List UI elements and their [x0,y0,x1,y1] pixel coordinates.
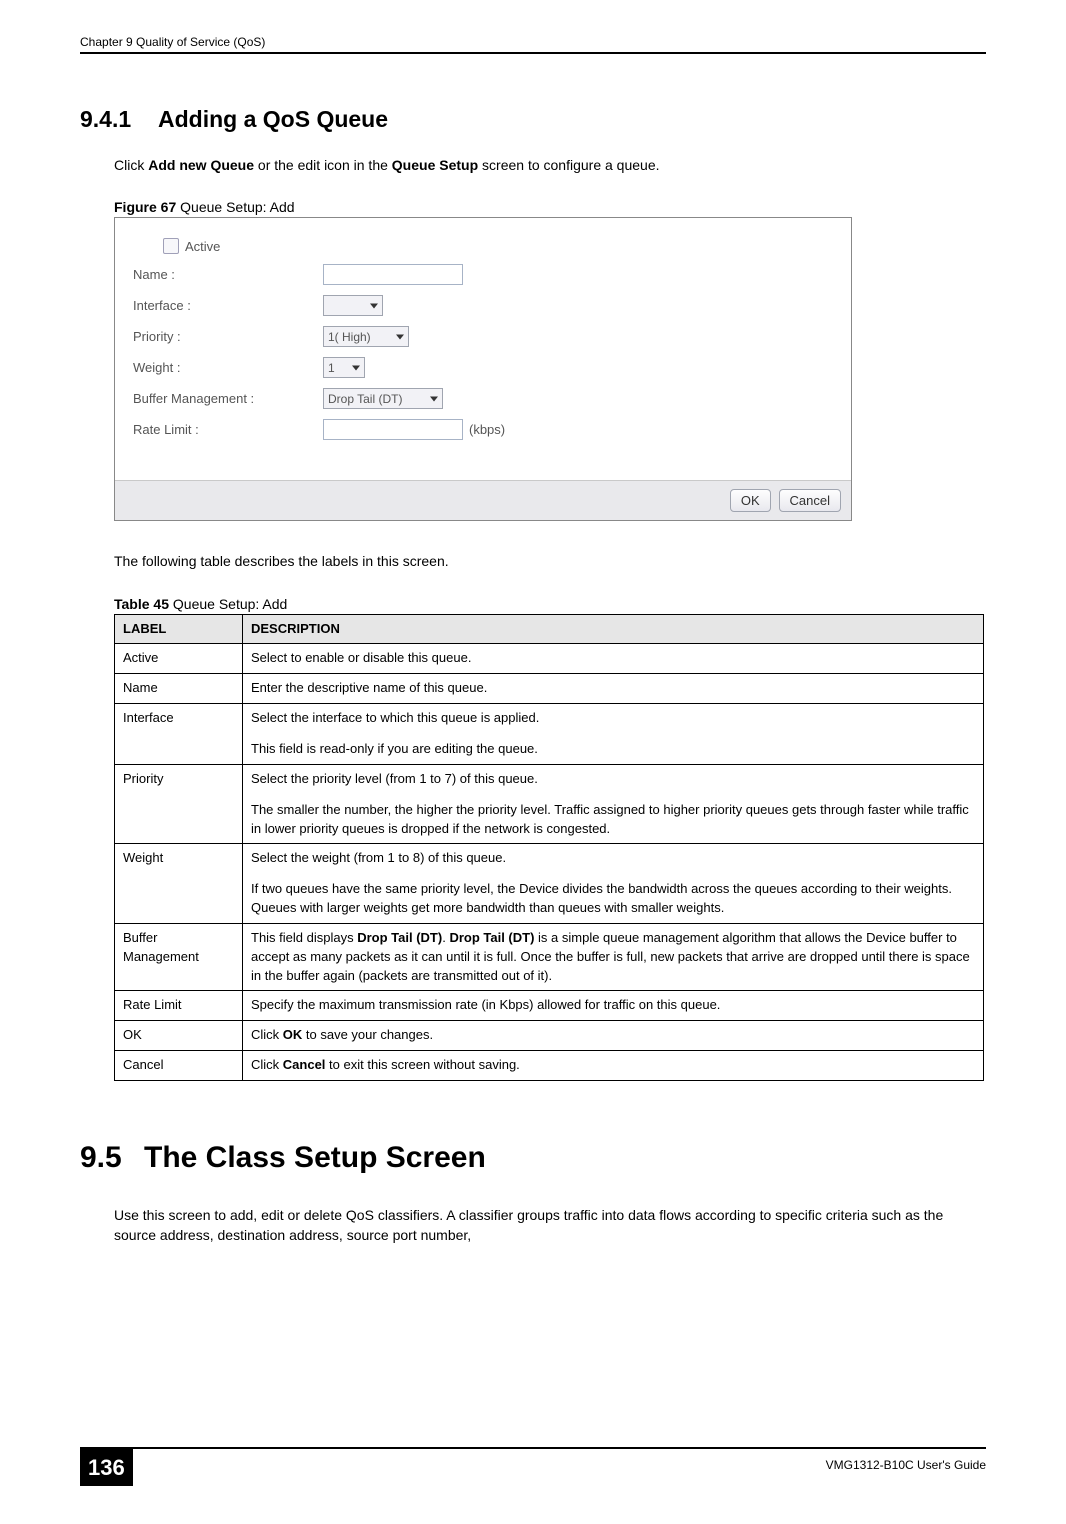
table-row: InterfaceSelect the interface to which t… [115,704,984,765]
cell-description: Specify the maximum transmission rate (i… [243,991,984,1021]
weight-label: Weight : [133,360,323,375]
figure-67-queue-setup-add: Active Name : Interface : Priority : 1( … [114,217,852,521]
intro-bold-1: Add new Queue [148,157,254,173]
intro-mid: or the edit icon in the [254,157,392,173]
cell-label: Buffer Management [115,923,243,991]
rate-limit-unit: (kbps) [469,422,505,437]
cell-label: Priority [115,764,243,844]
section-9-4-1-heading: 9.4.1Adding a QoS Queue [80,106,986,133]
cell-label: Name [115,674,243,704]
section-number: 9.4.1 [80,106,158,133]
chapter-title-text: Chapter 9 Quality of Service (QoS) [80,35,265,49]
cell-label: Interface [115,704,243,765]
weight-select[interactable]: 1 [323,357,365,378]
cell-label: Weight [115,844,243,924]
rate-limit-input[interactable] [323,419,463,440]
cancel-button[interactable]: Cancel [779,489,841,512]
chapter-header: Chapter 9 Quality of Service (QoS) [80,35,986,54]
intro-post: screen to configure a queue. [478,157,659,173]
table-row: NameEnter the descriptive name of this q… [115,674,984,704]
cell-description: Click OK to save your changes. [243,1021,984,1051]
section2-body: Use this screen to add, edit or delete Q… [114,1205,986,1246]
table-label: Table 45 [114,596,169,612]
table-row: WeightSelect the weight (from 1 to 8) of… [115,844,984,924]
figure-label: Figure 67 [114,199,176,215]
table-intro-text: The following table describes the labels… [114,551,986,571]
buffer-mgmt-label: Buffer Management : [133,391,323,406]
cell-label: Cancel [115,1051,243,1081]
section-intro-text: Click Add new Queue or the edit icon in … [114,155,986,175]
cell-label: Active [115,644,243,674]
table-45-queue-setup-add: LABEL DESCRIPTION ActiveSelect to enable… [114,614,984,1081]
th-description: DESCRIPTION [243,614,984,644]
buffer-mgmt-value: Drop Tail (DT) [328,392,402,406]
cell-description: Enter the descriptive name of this queue… [243,674,984,704]
figure-caption-text: Queue Setup: Add [176,199,294,215]
interface-select[interactable] [323,295,383,316]
cell-description: Select the priority level (from 1 to 7) … [243,764,984,844]
table-caption-text: Queue Setup: Add [169,596,287,612]
guide-name: VMG1312-B10C User's Guide [826,1458,986,1472]
intro-bold-2: Queue Setup [392,157,478,173]
cell-label: OK [115,1021,243,1051]
priority-value: 1( High) [328,330,371,344]
page-footer: 136 VMG1312-B10C User's Guide [80,1447,986,1486]
buffer-mgmt-select[interactable]: Drop Tail (DT) [323,388,443,409]
table-row: Rate LimitSpecify the maximum transmissi… [115,991,984,1021]
table-caption: Table 45 Queue Setup: Add [114,596,986,612]
weight-value: 1 [328,361,335,375]
ok-button[interactable]: OK [730,489,771,512]
table-row: PrioritySelect the priority level (from … [115,764,984,844]
table-row: CancelClick Cancel to exit this screen w… [115,1051,984,1081]
cell-description: Select the weight (from 1 to 8) of this … [243,844,984,924]
active-label: Active [185,239,220,254]
table-row: OKClick OK to save your changes. [115,1021,984,1051]
th-label: LABEL [115,614,243,644]
rate-limit-label: Rate Limit : [133,422,323,437]
priority-label: Priority : [133,329,323,344]
cell-description: This field displays Drop Tail (DT). Drop… [243,923,984,991]
cell-description: Select the interface to which this queue… [243,704,984,765]
active-checkbox[interactable] [163,238,179,254]
priority-select[interactable]: 1( High) [323,326,409,347]
intro-pre: Click [114,157,148,173]
name-input[interactable] [323,264,463,285]
section-title: Adding a QoS Queue [158,106,388,132]
cell-label: Rate Limit [115,991,243,1021]
name-label: Name : [133,267,323,282]
section-9-5-heading: 9.5The Class Setup Screen [80,1141,986,1175]
cell-description: Select to enable or disable this queue. [243,644,984,674]
figure-button-bar: OK Cancel [115,480,851,520]
section2-title: The Class Setup Screen [144,1141,486,1174]
figure-caption: Figure 67 Queue Setup: Add [114,199,986,215]
cell-description: Click Cancel to exit this screen without… [243,1051,984,1081]
interface-label: Interface : [133,298,323,313]
section2-number: 9.5 [80,1141,144,1175]
table-row: Buffer ManagementThis field displays Dro… [115,923,984,991]
table-row: ActiveSelect to enable or disable this q… [115,644,984,674]
page-number: 136 [80,1449,133,1486]
